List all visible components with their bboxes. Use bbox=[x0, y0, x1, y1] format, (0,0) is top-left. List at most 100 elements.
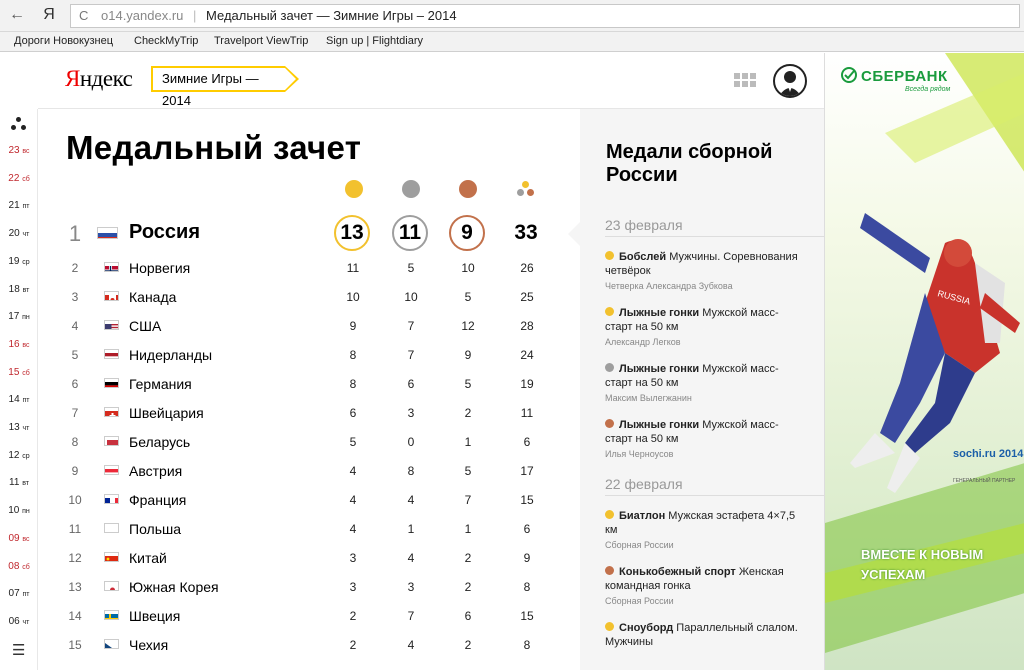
rail-day[interactable]: 06 чт bbox=[0, 616, 38, 627]
gold-medal-icon bbox=[605, 251, 614, 260]
news-item[interactable]: Сноуборд Параллельный слалом. Мужчины bbox=[605, 621, 805, 649]
bookmark-item[interactable]: Дороги Новокузнец bbox=[14, 35, 118, 47]
flag-icon-ca bbox=[104, 291, 119, 301]
table-row[interactable]: 7 Швейцария 6 3 2 11 bbox=[38, 399, 580, 428]
silver-count: 11 bbox=[392, 215, 428, 251]
address-bar[interactable]: C o14.yandex.ru | Медальный зачет — Зимн… bbox=[70, 4, 1020, 28]
rail-day[interactable]: 10 пн bbox=[0, 505, 38, 516]
rail-day[interactable]: 19 ср bbox=[0, 256, 38, 267]
flag-icon-nl bbox=[104, 349, 119, 359]
yandex-logo[interactable]: Яндекс bbox=[65, 66, 133, 92]
table-row[interactable]: 14 Швеция 2 7 6 15 bbox=[38, 602, 580, 631]
bookmark-item[interactable]: CheckMyTrip bbox=[134, 35, 198, 47]
news-item[interactable]: Лыжные гонки Мужской масс-старт на 50 км… bbox=[605, 418, 805, 461]
total-count: 28 bbox=[520, 319, 534, 333]
gold-count: 6 bbox=[349, 406, 357, 420]
back-icon[interactable]: ← bbox=[6, 6, 28, 24]
news-item[interactable]: Лыжные гонки Мужской масс-старт на 50 км… bbox=[605, 362, 805, 405]
gold-count: 8 bbox=[349, 348, 357, 362]
gold-count: 4 bbox=[349, 464, 357, 478]
all-days-icon[interactable] bbox=[11, 117, 27, 131]
news-item[interactable]: Бобслей Мужчины. Соревнования четвёрок Че… bbox=[605, 250, 805, 293]
bronze-count: 2 bbox=[464, 580, 472, 594]
medal-table: Медальный зачет 1 Россия 13 11 9 33 2 Нор… bbox=[38, 109, 580, 670]
rank: 6 bbox=[71, 377, 79, 391]
gold-medal-icon bbox=[605, 510, 614, 519]
apps-grid-icon[interactable] bbox=[734, 73, 756, 87]
reload-icon[interactable]: C bbox=[79, 5, 88, 27]
rail-day[interactable]: 14 пт bbox=[0, 394, 38, 405]
bronze-count: 10 bbox=[461, 261, 475, 275]
table-row[interactable]: 6 Германия 8 6 5 19 bbox=[38, 370, 580, 399]
table-row[interactable]: 10 Франция 4 4 7 15 bbox=[38, 486, 580, 515]
table-row[interactable]: 12 Китай 3 4 2 9 bbox=[38, 544, 580, 573]
rail-day[interactable]: 12 ср bbox=[0, 450, 38, 461]
rail-day[interactable]: 17 пн bbox=[0, 311, 38, 322]
flag-icon-cn bbox=[104, 552, 119, 562]
country-name: Австрия bbox=[129, 463, 183, 479]
gold-count: 3 bbox=[349, 580, 357, 594]
news-item[interactable]: Лыжные гонки Мужской масс-старт на 50 км… bbox=[605, 306, 805, 349]
games-tag[interactable]: Зимние Игры — 2014 bbox=[151, 66, 299, 108]
table-row[interactable]: 4 США 9 7 12 28 bbox=[38, 312, 580, 341]
menu-icon[interactable]: ☰ bbox=[12, 641, 25, 659]
total-medals-icon bbox=[516, 181, 536, 199]
rail-day[interactable]: 21 пт bbox=[0, 200, 38, 211]
table-row[interactable]: 9 Австрия 4 8 5 17 bbox=[38, 457, 580, 486]
gold-count: 4 bbox=[349, 522, 357, 536]
total-count: 26 bbox=[520, 261, 534, 275]
total-count: 8 bbox=[523, 580, 531, 594]
rank: 2 bbox=[71, 261, 79, 275]
rail-day[interactable]: 13 чт bbox=[0, 422, 38, 433]
rank: 7 bbox=[71, 406, 79, 420]
table-row[interactable]: 13 Южная Корея 3 3 2 8 bbox=[38, 573, 580, 602]
rail-day[interactable]: 08 сб bbox=[0, 561, 38, 572]
rail-day[interactable]: 16 вс bbox=[0, 339, 38, 350]
silver-count: 6 bbox=[407, 377, 415, 391]
bookmark-item[interactable]: Sign up | Flightdiary bbox=[326, 35, 423, 47]
rank: 3 bbox=[71, 290, 79, 304]
bookmark-item[interactable]: Travelport ViewTrip bbox=[214, 35, 308, 47]
gold-medal-icon bbox=[605, 307, 614, 316]
country-name: Южная Корея bbox=[129, 579, 219, 595]
rail-day[interactable]: 22 сб bbox=[0, 173, 38, 184]
rail-day[interactable]: 11 вт bbox=[0, 477, 38, 488]
gold-count: 2 bbox=[349, 638, 357, 652]
rail-day[interactable]: 07 пт bbox=[0, 588, 38, 599]
gold-count: 10 bbox=[346, 290, 360, 304]
silver-count: 4 bbox=[407, 493, 415, 507]
table-row[interactable]: 5 Нидерланды 8 7 9 24 bbox=[38, 341, 580, 370]
user-avatar-icon[interactable] bbox=[773, 64, 807, 98]
rank: 10 bbox=[68, 493, 82, 507]
rail-day[interactable]: 18 вт bbox=[0, 284, 38, 295]
table-row[interactable]: 11 Польша 4 1 1 6 bbox=[38, 515, 580, 544]
country-name: Норвегия bbox=[129, 260, 191, 276]
flag-icon-us bbox=[104, 320, 119, 330]
sberbank-ad[interactable]: RUSSIA СБЕРБАНК Всегда рядом sochi.ru 20… bbox=[824, 53, 1024, 670]
gold-count: 3 bbox=[349, 551, 357, 565]
yandex-browser-icon[interactable]: Я bbox=[38, 6, 60, 24]
site-header: Яндекс Зимние Игры — 2014 bbox=[38, 53, 824, 109]
rail-day[interactable]: 20 чт bbox=[0, 228, 38, 239]
news-date: 23 февраля bbox=[605, 217, 683, 233]
table-row[interactable]: 15 Чехия 2 4 2 8 bbox=[38, 631, 580, 660]
rail-day[interactable]: 09 вс bbox=[0, 533, 38, 544]
news-item[interactable]: Биатлон Мужская эстафета 4×7,5 км Сборная… bbox=[605, 509, 805, 552]
table-row[interactable]: 2 Норвегия 11 5 10 26 bbox=[38, 254, 580, 283]
table-row-top[interactable]: 1 Россия 13 11 9 33 bbox=[38, 213, 580, 253]
bronze-count: 12 bbox=[461, 319, 475, 333]
bronze-count: 5 bbox=[464, 290, 472, 304]
rail-day[interactable]: 23 вс bbox=[0, 145, 38, 156]
news-item[interactable]: Конькобежный спорт Женская командная гон… bbox=[605, 565, 805, 608]
rank: 13 bbox=[68, 580, 82, 594]
silver-count: 5 bbox=[407, 261, 415, 275]
rank: 14 bbox=[68, 609, 82, 623]
table-row[interactable]: 8 Беларусь 5 0 1 6 bbox=[38, 428, 580, 457]
sochi-logo: sochi.ru 2014 bbox=[953, 448, 1024, 460]
ad-slogan: ВМЕСТЕ К НОВЫМ УСПЕХАМ bbox=[861, 547, 984, 582]
rail-day[interactable]: 15 сб bbox=[0, 367, 38, 378]
gold-medal-icon bbox=[345, 180, 363, 198]
bronze-medal-icon bbox=[605, 566, 614, 575]
silver-count: 10 bbox=[404, 290, 418, 304]
table-row[interactable]: 3 Канада 10 10 5 25 bbox=[38, 283, 580, 312]
